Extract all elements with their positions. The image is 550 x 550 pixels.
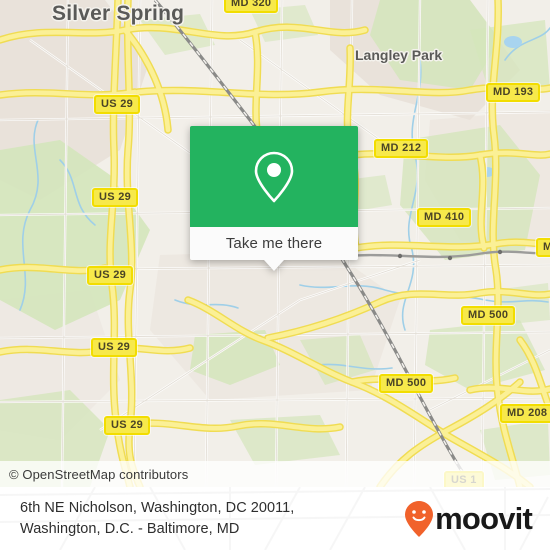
- osm-attribution-text[interactable]: © OpenStreetMap contributors: [9, 467, 188, 482]
- road-shield-us-29-5: US 29: [104, 416, 151, 435]
- take-me-there-card[interactable]: Take me there: [190, 126, 358, 271]
- address-line-1: 6th NE Nicholson, Washington, DC 20011,: [20, 499, 295, 516]
- road-shield-md-193: MD 193: [486, 83, 541, 102]
- road-shield-md-208: MD 208: [500, 404, 550, 423]
- moovit-smiley-pin-icon: [405, 500, 434, 537]
- road-shield-us-29-4: US 29: [91, 338, 138, 357]
- road-shield-us-29-2: US 29: [92, 188, 139, 207]
- road-shield-us-29-3: US 29: [87, 266, 134, 285]
- location-pin-icon: [254, 151, 294, 202]
- address-block: 6th NE Nicholson, Washington, DC 20011, …: [20, 498, 294, 540]
- map-attribution-bar: © OpenStreetMap contributors: [0, 461, 550, 487]
- card-footer[interactable]: Take me there: [190, 227, 358, 271]
- road-shield-md-500-2: MD 500: [379, 374, 434, 393]
- road-shield-us-29-1: US 29: [94, 95, 141, 114]
- address-line-2: Washington, D.C. - Baltimore, MD: [20, 520, 240, 537]
- road-shield-md-clipped: MD: [536, 238, 550, 257]
- take-me-there-label: Take me there: [225, 235, 323, 252]
- moovit-wordmark: moovit: [435, 501, 533, 536]
- moovit-map-page: Silver Spring Langley Park MD 320 MD 193…: [0, 0, 550, 550]
- moovit-logo[interactable]: moovit: [404, 500, 533, 538]
- road-shield-md-500-1: MD 500: [461, 306, 516, 325]
- page-footer: 6th NE Nicholson, Washington, DC 20011, …: [0, 487, 550, 550]
- road-shield-md-410: MD 410: [417, 208, 472, 227]
- road-shield-md-320: MD 320: [224, 0, 279, 13]
- card-image-area: [190, 126, 358, 227]
- map-canvas[interactable]: Silver Spring Langley Park MD 320 MD 193…: [0, 0, 550, 487]
- card-pointer-tail: [264, 260, 284, 271]
- road-shield-md-212: MD 212: [374, 139, 429, 158]
